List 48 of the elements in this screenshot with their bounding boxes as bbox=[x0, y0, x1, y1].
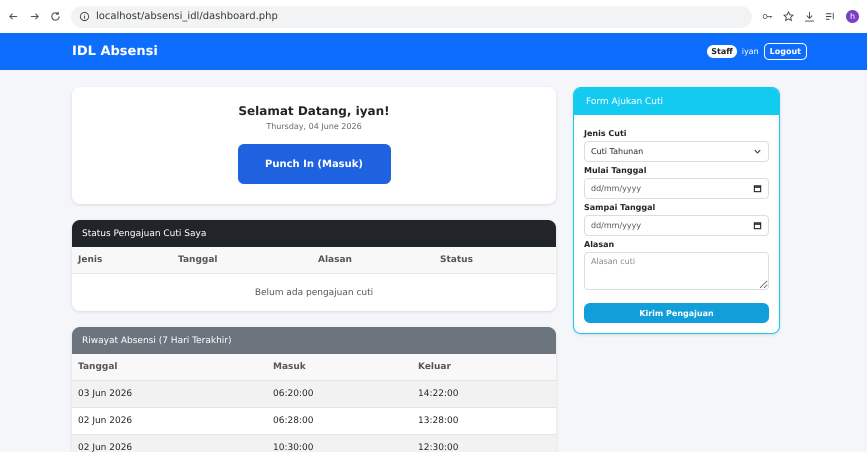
table-cell-text: 06:20:00 bbox=[273, 389, 314, 399]
chevron-down-icon bbox=[753, 147, 762, 156]
column-header: Tanggal bbox=[78, 362, 119, 372]
column-header: Jenis bbox=[78, 255, 104, 265]
field-label: Sampai Tanggal bbox=[584, 203, 656, 212]
user-name: iyan bbox=[742, 47, 759, 56]
star-icon[interactable] bbox=[783, 11, 794, 22]
info-icon[interactable] bbox=[79, 11, 90, 22]
table-cell-text: 12:30:00 bbox=[418, 443, 460, 452]
select-field[interactable]: Cuti Tahunan bbox=[584, 141, 769, 162]
table-cell-text: 03 Jun 2026 bbox=[78, 389, 134, 399]
column-header: Keluar bbox=[418, 362, 452, 372]
back-icon[interactable] bbox=[8, 11, 19, 22]
reload-icon[interactable] bbox=[50, 11, 61, 22]
table-cell-text: 14:22:00 bbox=[418, 389, 460, 399]
playlist-icon[interactable] bbox=[825, 11, 836, 22]
column-header: Masuk bbox=[273, 362, 307, 372]
logout-button[interactable]: Logout bbox=[764, 43, 807, 60]
current-date: Thursday, 04 June 2026 bbox=[266, 122, 362, 131]
forward-icon[interactable] bbox=[29, 11, 40, 22]
table-cell-text: 02 Jun 2026 bbox=[78, 443, 134, 452]
profile-avatar[interactable]: h bbox=[846, 10, 859, 23]
field-label: Mulai Tanggal bbox=[584, 166, 648, 175]
column-header: Tanggal bbox=[178, 255, 219, 265]
card-title: Form Ajukan Cuti bbox=[586, 96, 664, 106]
column-header: Status bbox=[440, 255, 474, 265]
table-cell-text: 06:28:00 bbox=[273, 416, 314, 426]
key-icon[interactable] bbox=[762, 11, 773, 22]
calendar-icon[interactable] bbox=[753, 221, 762, 230]
card-title: Riwayat Absensi (7 Hari Terakhir) bbox=[82, 336, 232, 346]
role-badge: Staff bbox=[707, 45, 737, 58]
address-bar[interactable]: localhost/absensi_idl/dashboard.php bbox=[71, 6, 752, 28]
punch-in-button[interactable]: Punch In (Masuk) bbox=[238, 144, 390, 184]
reason-textarea[interactable]: Alasan cuti bbox=[584, 252, 769, 290]
column-header: Alasan bbox=[318, 255, 353, 265]
table-cell-text: 10:30:00 bbox=[273, 443, 314, 452]
date-field[interactable]: dd/mm/yyyy bbox=[584, 215, 769, 236]
field-label: Alasan bbox=[584, 240, 616, 249]
table-cell-text: 02 Jun 2026 bbox=[78, 416, 134, 426]
welcome-title: Selamat Datang, iyan! bbox=[238, 104, 390, 118]
calendar-icon[interactable] bbox=[753, 184, 762, 193]
date-field[interactable]: dd/mm/yyyy bbox=[584, 178, 769, 199]
card-title: Status Pengajuan Cuti Saya bbox=[82, 228, 206, 238]
field-label: Jenis Cuti bbox=[584, 129, 628, 138]
brand-title[interactable]: IDL Absensi bbox=[72, 44, 158, 59]
download-icon[interactable] bbox=[804, 11, 815, 22]
table-cell-text: 13:28:00 bbox=[418, 416, 460, 426]
empty-message: Belum ada pengajuan cuti bbox=[254, 288, 374, 298]
